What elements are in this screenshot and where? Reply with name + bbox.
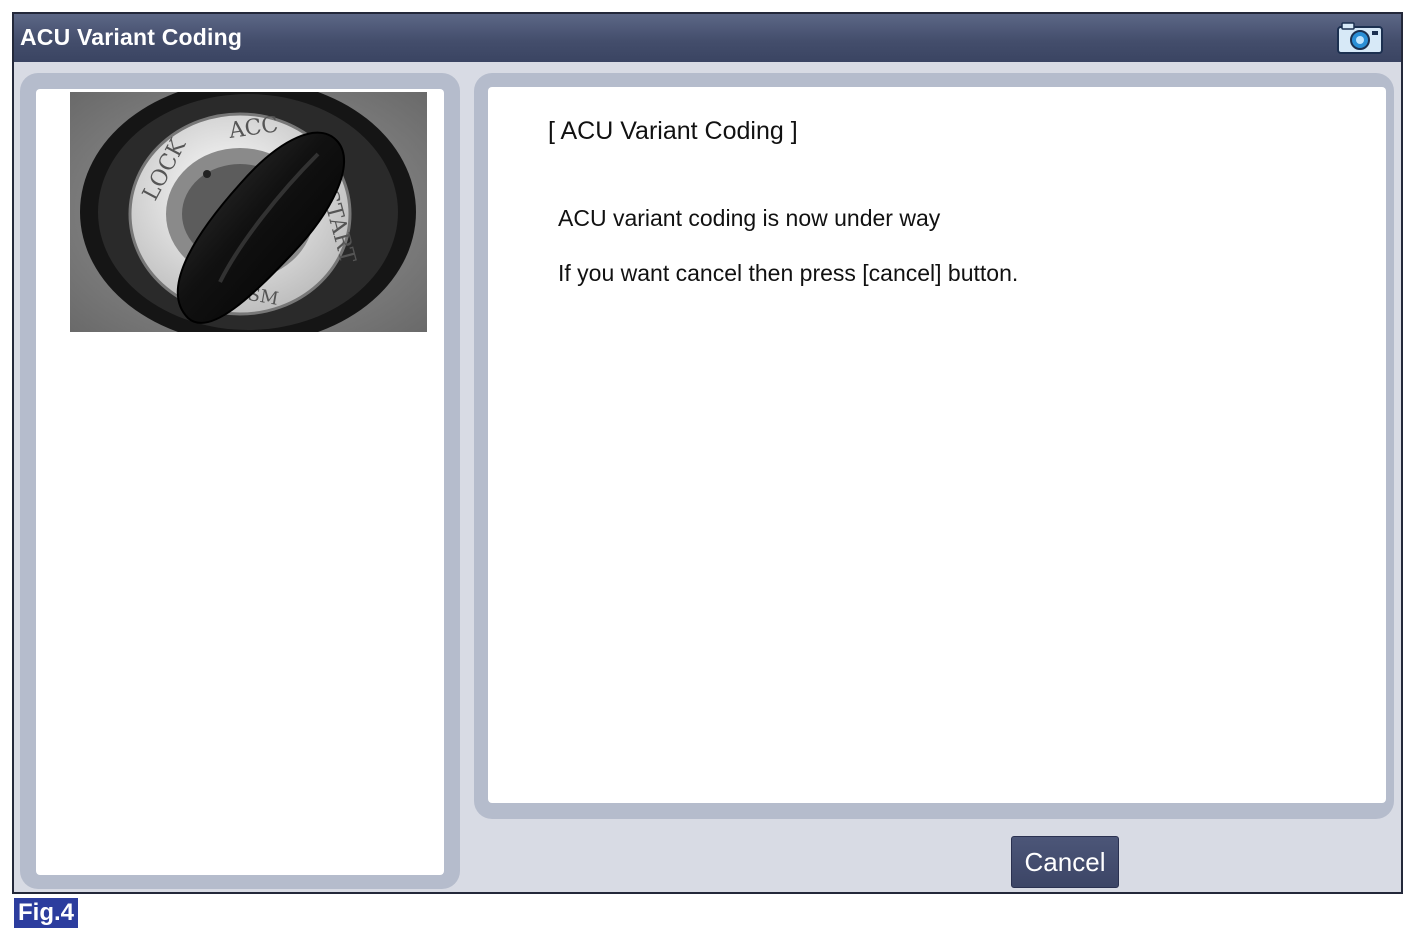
acu-variant-coding-window: ACU Variant Coding LOCK ACC START USM […: [12, 12, 1403, 894]
cancel-instruction: If you want cancel then press [cancel] b…: [558, 260, 1019, 286]
camera-icon[interactable]: [1337, 22, 1383, 54]
title-bar: ACU Variant Coding: [14, 14, 1401, 62]
figure-label: Fig.4: [14, 898, 79, 928]
image-panel-content: LOCK ACC START USM: [36, 80, 444, 875]
cancel-button[interactable]: Cancel: [1011, 836, 1119, 888]
ignition-key-icon: LOCK ACC START USM: [70, 80, 427, 344]
window-title: ACU Variant Coding: [20, 24, 243, 50]
message-panel: [ ACU Variant Coding ] ACU variant codin…: [474, 73, 1394, 819]
status-message: ACU variant coding is now under way: [558, 205, 941, 231]
image-panel: LOCK ACC START USM: [20, 73, 460, 889]
message-panel-content: [ ACU Variant Coding ] ACU variant codin…: [488, 87, 1386, 803]
page: ACU Variant Coding LOCK ACC START USM […: [0, 0, 1409, 928]
content-title: [ ACU Variant Coding ]: [548, 117, 798, 145]
